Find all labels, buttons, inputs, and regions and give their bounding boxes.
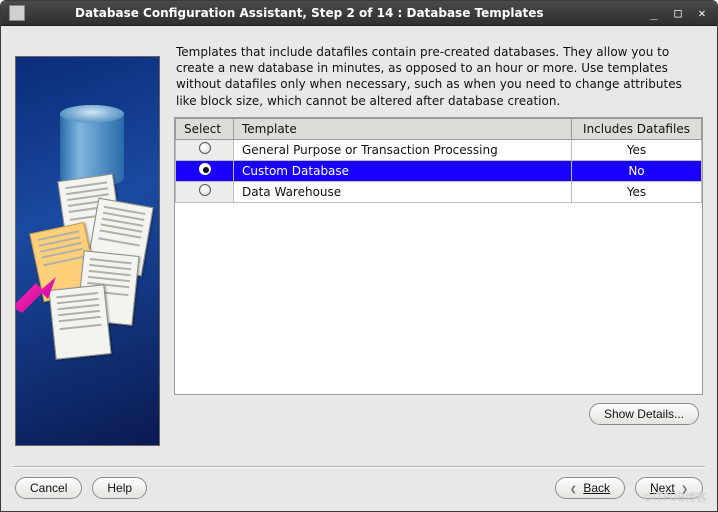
window-root: Database Configuration Assistant, Step 2… — [0, 0, 718, 512]
close-icon[interactable]: ✕ — [693, 6, 711, 20]
table-row[interactable]: Custom Database No — [176, 160, 702, 181]
footer-bar: Cancel Help ❮ Back Next ❯ ©ITPUB博客 — [1, 467, 717, 511]
side-illustration — [15, 56, 160, 446]
includes-cell: Yes — [572, 181, 702, 202]
table-row[interactable]: General Purpose or Transaction Processin… — [176, 139, 702, 160]
help-button[interactable]: Help — [92, 477, 147, 499]
minimize-icon[interactable]: _ — [645, 6, 663, 20]
description-text: Templates that include datafiles contain… — [174, 38, 703, 117]
titlebar[interactable]: Database Configuration Assistant, Step 2… — [1, 1, 717, 26]
includes-cell: No — [572, 160, 702, 181]
chevron-left-icon: ❮ — [570, 482, 577, 495]
includes-cell: Yes — [572, 139, 702, 160]
column-header-includes[interactable]: Includes Datafiles — [572, 118, 702, 139]
next-button[interactable]: Next ❯ — [635, 477, 703, 499]
cancel-button[interactable]: Cancel — [15, 477, 82, 499]
template-name-cell: Data Warehouse — [234, 181, 572, 202]
back-button[interactable]: ❮ Back — [555, 477, 625, 499]
content-area: Templates that include datafiles contain… — [1, 26, 717, 511]
template-name-cell: General Purpose or Transaction Processin… — [234, 139, 572, 160]
column-header-select[interactable]: Select — [176, 118, 234, 139]
column-header-template[interactable]: Template — [234, 118, 572, 139]
paper-icon — [48, 284, 111, 359]
radio-icon[interactable] — [199, 163, 211, 175]
template-name-cell: Custom Database — [234, 160, 572, 181]
templates-table: Select Template Includes Datafiles Gener… — [174, 117, 703, 395]
table-row[interactable]: Data Warehouse Yes — [176, 181, 702, 202]
chevron-right-icon: ❯ — [681, 482, 688, 495]
radio-icon[interactable] — [199, 142, 211, 154]
show-details-button[interactable]: Show Details... — [589, 403, 699, 425]
app-icon — [9, 5, 25, 21]
radio-icon[interactable] — [199, 184, 211, 196]
window-title: Database Configuration Assistant, Step 2… — [35, 6, 645, 20]
database-cylinder-icon — [60, 105, 124, 187]
maximize-icon[interactable]: □ — [669, 6, 687, 20]
